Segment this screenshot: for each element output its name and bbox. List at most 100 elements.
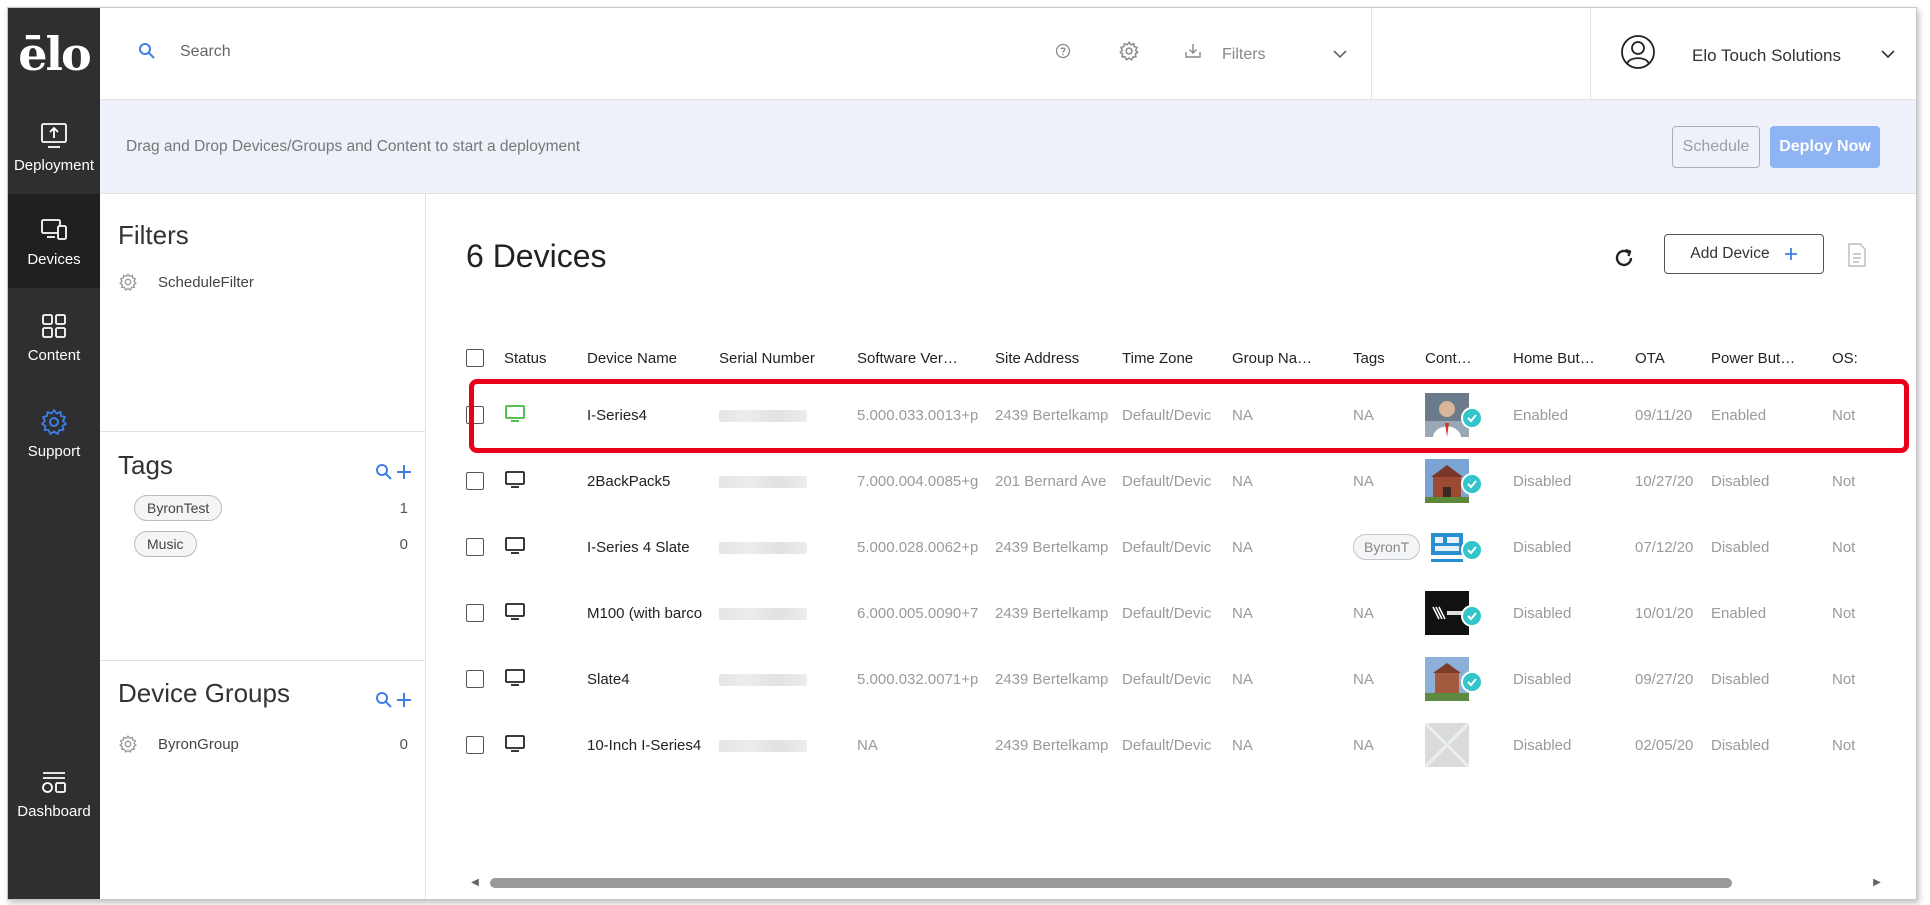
column-header[interactable]: Serial Number: [719, 334, 857, 382]
status-cell: [504, 580, 587, 646]
scroll-left-arrow[interactable]: ◀: [468, 874, 482, 890]
deploy-instructions: Drag and Drop Devices/Groups and Content…: [126, 138, 581, 155]
content-thumbnail[interactable]: [1425, 459, 1483, 503]
software-version: NA: [857, 736, 878, 754]
column-header[interactable]: Power But…: [1711, 334, 1832, 382]
table-row[interactable]: I-Series 4 Slate 5.000.028.0062+p 2439 Ber…: [466, 514, 1906, 580]
content-thumbnail[interactable]: [1425, 657, 1483, 701]
nav-item-devices[interactable]: Devices: [8, 194, 100, 288]
tag-chip[interactable]: ByronT: [1353, 534, 1421, 560]
chevron-down-icon[interactable]: [1330, 44, 1350, 64]
row-select-cell[interactable]: [466, 448, 504, 514]
scroll-right-arrow[interactable]: ▶: [1870, 874, 1884, 890]
refresh-icon[interactable]: [1612, 246, 1636, 270]
tags-actions: [375, 460, 415, 484]
row-select-cell[interactable]: [466, 646, 504, 712]
device-name[interactable]: I-Series 4 Slate: [587, 514, 719, 580]
device-name[interactable]: I-Series4: [587, 382, 719, 448]
content-cell: [1425, 712, 1513, 778]
status-cell: [504, 382, 587, 448]
settings-button[interactable]: [1116, 38, 1142, 64]
column-header[interactable]: OTA: [1635, 334, 1711, 382]
software-version: 5.000.028.0062+p: [857, 538, 979, 556]
filter-item[interactable]: ScheduleFilter: [118, 270, 408, 294]
table-row[interactable]: M100 (with barco 6.000.005.0090+7 2439 Ber…: [466, 580, 1906, 646]
nav-label-devices: Devices: [27, 250, 81, 268]
device-name[interactable]: Slate4: [587, 646, 719, 712]
column-header[interactable]: Time Zone: [1122, 334, 1232, 382]
row-checkbox[interactable]: [466, 604, 484, 623]
row-select-cell[interactable]: [466, 712, 504, 778]
schedule-button[interactable]: Schedule: [1672, 126, 1760, 168]
row-select-cell[interactable]: [466, 580, 504, 646]
tag-item[interactable]: ByronTest 1: [134, 494, 408, 522]
deploy-now-button[interactable]: Deploy Now: [1770, 126, 1880, 168]
tag-chip[interactable]: Music: [134, 531, 197, 557]
search-icon[interactable]: [375, 463, 393, 481]
avatar-icon[interactable]: [1620, 34, 1656, 70]
device-name[interactable]: M100 (with barco: [587, 580, 719, 646]
nav-item-dashboard[interactable]: Dashboard: [8, 746, 100, 840]
table-row[interactable]: Slate4 5.000.032.0071+p 2439 Bertelkamp Def…: [466, 646, 1906, 712]
column-header[interactable]: Group Na…: [1232, 334, 1353, 382]
nav-item-support[interactable]: Support: [8, 386, 100, 480]
group-item[interactable]: ByronGroup 0: [118, 732, 408, 756]
row-checkbox[interactable]: [466, 472, 484, 491]
content-thumbnail[interactable]: [1425, 721, 1471, 769]
content-thumbnail[interactable]: [1425, 393, 1483, 437]
tag-item[interactable]: Music 0: [134, 530, 408, 558]
select-all-checkbox[interactable]: [466, 349, 484, 368]
tag-count: 0: [399, 535, 408, 553]
column-header[interactable]: Cont…: [1425, 334, 1513, 382]
devices-icon: [41, 218, 67, 240]
row-checkbox[interactable]: [466, 406, 484, 425]
search-input[interactable]: [180, 38, 680, 66]
nav-item-deployment[interactable]: Deployment: [8, 100, 100, 194]
table-row[interactable]: 10-Inch I-Series4 NA 2439 Bertelkamp Defaul…: [466, 712, 1906, 778]
device-name[interactable]: 2BackPack5: [587, 448, 719, 514]
column-header[interactable]: OS:: [1832, 334, 1906, 382]
power-button-status: Disabled: [1711, 538, 1770, 556]
help-button[interactable]: [1050, 38, 1076, 64]
tags-cell: NA: [1353, 712, 1425, 778]
column-header[interactable]: Software Ver…: [857, 334, 995, 382]
column-header[interactable]: Tags: [1353, 334, 1425, 382]
power-button-status: Disabled: [1711, 670, 1770, 688]
dashboard-icon: [42, 771, 66, 793]
select-all-cell[interactable]: [466, 334, 504, 382]
device-name[interactable]: 10-Inch I-Series4: [587, 712, 719, 778]
column-header[interactable]: Device Name: [587, 334, 719, 382]
row-checkbox[interactable]: [466, 538, 484, 557]
table-row[interactable]: 2BackPack5 7.000.004.0085+g 201 Bernard Av…: [466, 448, 1906, 514]
document-icon[interactable]: [1846, 242, 1868, 268]
table-row[interactable]: I-Series4 5.000.033.0013+p 2439 Bertelkamp…: [466, 382, 1906, 448]
row-select-cell[interactable]: [466, 382, 504, 448]
content-thumbnail[interactable]: [1425, 525, 1483, 569]
group-name: NA: [1232, 736, 1253, 754]
site-address: 2439 Bertelkamp: [995, 538, 1109, 556]
horizontal-scrollbar-thumb[interactable]: [490, 878, 1732, 888]
add-device-button[interactable]: Add Device: [1664, 234, 1824, 274]
sidebar-nav: ēlo Deployment Devices Content Support D…: [8, 8, 100, 899]
chevron-down-icon[interactable]: [1878, 44, 1898, 64]
divider: [1371, 8, 1372, 100]
row-checkbox[interactable]: [466, 736, 484, 755]
status-cell: [504, 646, 587, 712]
column-header[interactable]: Site Address: [995, 334, 1122, 382]
row-checkbox[interactable]: [466, 670, 484, 689]
org-name[interactable]: Elo Touch Solutions: [1692, 46, 1841, 66]
search-icon[interactable]: [375, 691, 393, 709]
content-thumbnail[interactable]: [1425, 591, 1483, 635]
column-header[interactable]: Status: [504, 334, 587, 382]
add-icon[interactable]: [395, 463, 413, 481]
row-select-cell[interactable]: [466, 514, 504, 580]
filters-dropdown-label[interactable]: Filters: [1222, 46, 1266, 64]
content-cell: [1425, 580, 1513, 646]
nav-item-content[interactable]: Content: [8, 290, 100, 384]
time-zone: Default/Devic: [1122, 538, 1212, 556]
tag-chip[interactable]: ByronTest: [134, 495, 223, 521]
download-button[interactable]: [1180, 38, 1206, 64]
group-name: NA: [1232, 472, 1253, 490]
add-icon[interactable]: [395, 691, 413, 709]
column-header[interactable]: Home But…: [1513, 334, 1635, 382]
